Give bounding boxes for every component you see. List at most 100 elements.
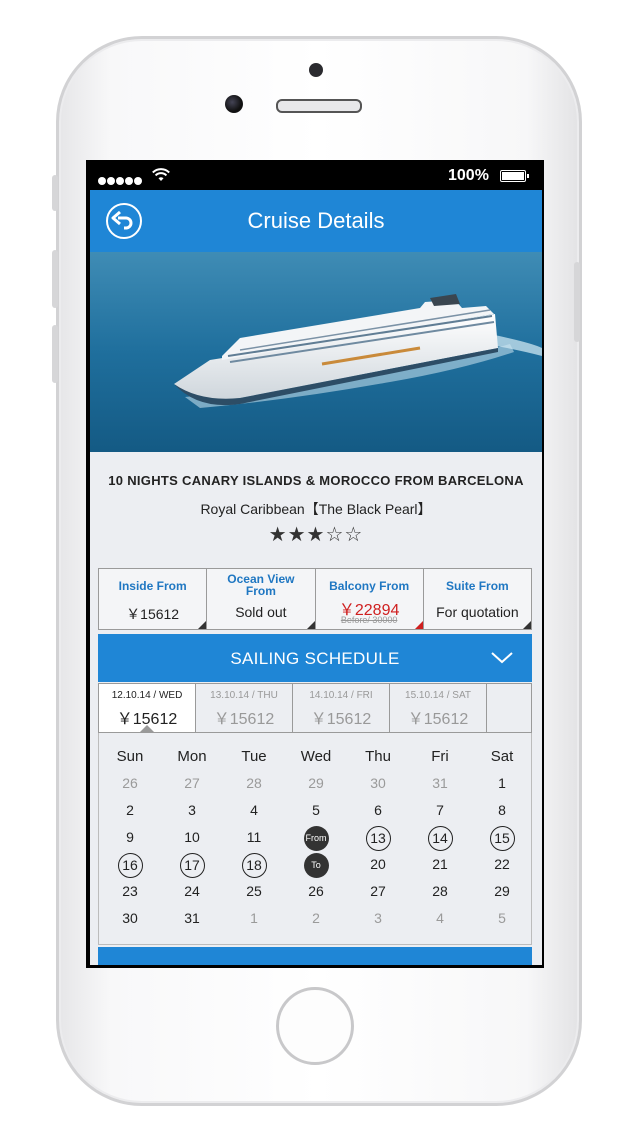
calendar-day[interactable]: 6: [347, 797, 409, 824]
date-tab-more[interactable]: [487, 684, 531, 732]
calendar-day-label: 29: [494, 883, 510, 899]
calendar-day[interactable]: 27: [347, 878, 409, 905]
calendar-day[interactable]: 31: [161, 905, 223, 932]
calendar-day[interactable]: 7: [409, 797, 471, 824]
calendar: Sun Mon Tue Wed Thu Fri Sat 26 27 28 29 30 31…: [98, 733, 532, 945]
weekday-header: Sat: [490, 748, 514, 765]
calendar-day[interactable]: 14: [409, 824, 471, 851]
cabin-price: Sold out: [235, 604, 287, 620]
date-label: 14.10.14 / FRI: [309, 690, 373, 701]
calendar-day[interactable]: 21: [409, 851, 471, 878]
calendar-day[interactable]: 9: [99, 824, 161, 851]
cabin-price: For quotation: [436, 604, 519, 620]
cruise-line: Royal Caribbean【The Black Pearl】: [200, 501, 432, 517]
calendar-day[interactable]: 23: [99, 878, 161, 905]
calendar-day[interactable]: 2: [99, 797, 161, 824]
calendar-day[interactable]: From: [285, 824, 347, 851]
calendar-day[interactable]: 31: [409, 770, 471, 797]
home-button[interactable]: [276, 987, 354, 1065]
calendar-day-label: 16: [117, 852, 143, 878]
calendar-day[interactable]: 16: [99, 851, 161, 878]
calendar-day[interactable]: 17: [161, 851, 223, 878]
date-label: 15.10.14 / SAT: [405, 690, 471, 701]
calendar-day[interactable]: 26: [285, 878, 347, 905]
calendar-day[interactable]: 2: [285, 905, 347, 932]
calendar-day[interactable]: 4: [223, 797, 285, 824]
cabin-balcony[interactable]: Balcony From ￥22894 Before/ 30000: [316, 569, 424, 629]
sailing-schedule-toggle[interactable]: SAILING SCHEDULE: [98, 634, 532, 682]
calendar-day[interactable]: 28: [409, 878, 471, 905]
calendar-day[interactable]: 11: [223, 824, 285, 851]
calendar-day-label: 31: [184, 910, 200, 926]
calendar-day[interactable]: 20: [347, 851, 409, 878]
calendar-day[interactable]: 10: [161, 824, 223, 851]
corner-indicator: [306, 621, 315, 629]
calendar-day[interactable]: 28: [223, 770, 285, 797]
calendar-day[interactable]: 1: [223, 905, 285, 932]
calendar-day[interactable]: 25: [223, 878, 285, 905]
mute-switch: [52, 175, 58, 211]
date-tab[interactable]: 12.10.14 / WED ￥15612: [99, 684, 196, 733]
calendar-day-label: 4: [250, 802, 258, 818]
calendar-day-label: 24: [184, 883, 200, 899]
calendar-day-label: 8: [498, 802, 506, 818]
cabin-inside[interactable]: Inside From ￥15612: [99, 569, 208, 629]
calendar-day[interactable]: 4: [409, 905, 471, 932]
calendar-day[interactable]: 29: [471, 878, 533, 905]
bottom-action-bar[interactable]: [98, 947, 532, 965]
front-camera: [225, 95, 243, 113]
calendar-day[interactable]: 27: [161, 770, 223, 797]
date-tab[interactable]: 15.10.14 / SAT ￥15612: [390, 684, 487, 732]
calendar-day-label: 29: [308, 775, 324, 791]
calendar-grid: Sun Mon Tue Wed Thu Fri Sat 26 27 28 29 30 31…: [99, 743, 533, 932]
calendar-day[interactable]: 24: [161, 878, 223, 905]
calendar-day[interactable]: 30: [347, 770, 409, 797]
date-price: ￥15612: [407, 711, 469, 728]
calendar-day-label: 25: [246, 883, 262, 899]
calendar-day-label: 26: [122, 775, 138, 791]
date-price: ￥15612: [116, 711, 178, 728]
calendar-day[interactable]: 8: [471, 797, 533, 824]
calendar-day[interactable]: 13: [347, 824, 409, 851]
volume-down-button: [52, 325, 58, 383]
calendar-day-label: 17: [179, 852, 205, 878]
proximity-sensor: [309, 63, 323, 77]
cabin-label: Balcony From: [329, 579, 410, 593]
calendar-day[interactable]: 29: [285, 770, 347, 797]
calendar-day[interactable]: 1: [471, 770, 533, 797]
calendar-day[interactable]: To: [285, 851, 347, 878]
calendar-day-label: 11: [246, 829, 262, 845]
corner-indicator: [414, 621, 423, 629]
calendar-day[interactable]: 26: [99, 770, 161, 797]
calendar-day[interactable]: 30: [99, 905, 161, 932]
date-tab[interactable]: 13.10.14 / THU ￥15612: [196, 684, 293, 732]
calendar-day-label: 13: [365, 825, 391, 851]
earpiece-speaker: [276, 99, 362, 113]
date-tab[interactable]: 14.10.14 / FRI ￥15612: [293, 684, 390, 732]
calendar-day[interactable]: 3: [161, 797, 223, 824]
calendar-day[interactable]: 5: [471, 905, 533, 932]
nav-bar: Cruise Details: [90, 190, 542, 252]
cabin-prices: Inside From ￥15612 Ocean View From Sold …: [98, 568, 532, 630]
calendar-day-label: 30: [370, 775, 386, 791]
weekday-header: Sun: [116, 748, 144, 765]
calendar-day[interactable]: 18: [223, 851, 285, 878]
calendar-day-label: 15: [489, 825, 515, 851]
star-rating: ★★★☆☆: [268, 524, 364, 546]
date-label: 12.10.14 / WED: [111, 690, 183, 701]
cabin-ocean-view[interactable]: Ocean View From Sold out: [207, 569, 316, 629]
date-price: ￥15612: [310, 711, 372, 728]
power-button: [574, 262, 580, 342]
calendar-day[interactable]: 5: [285, 797, 347, 824]
calendar-day-label: 26: [308, 883, 324, 899]
calendar-day-label: 2: [312, 910, 320, 926]
calendar-day[interactable]: 15: [471, 824, 533, 851]
chevron-down-icon: [491, 652, 513, 664]
wifi-icon: [152, 168, 170, 181]
calendar-day-label: 20: [370, 856, 386, 872]
corner-indicator: [523, 621, 531, 629]
calendar-day[interactable]: 3: [347, 905, 409, 932]
cabin-suite[interactable]: Suite From For quotation: [424, 569, 531, 629]
calendar-day[interactable]: 22: [471, 851, 533, 878]
calendar-day-label: 1: [498, 775, 506, 791]
